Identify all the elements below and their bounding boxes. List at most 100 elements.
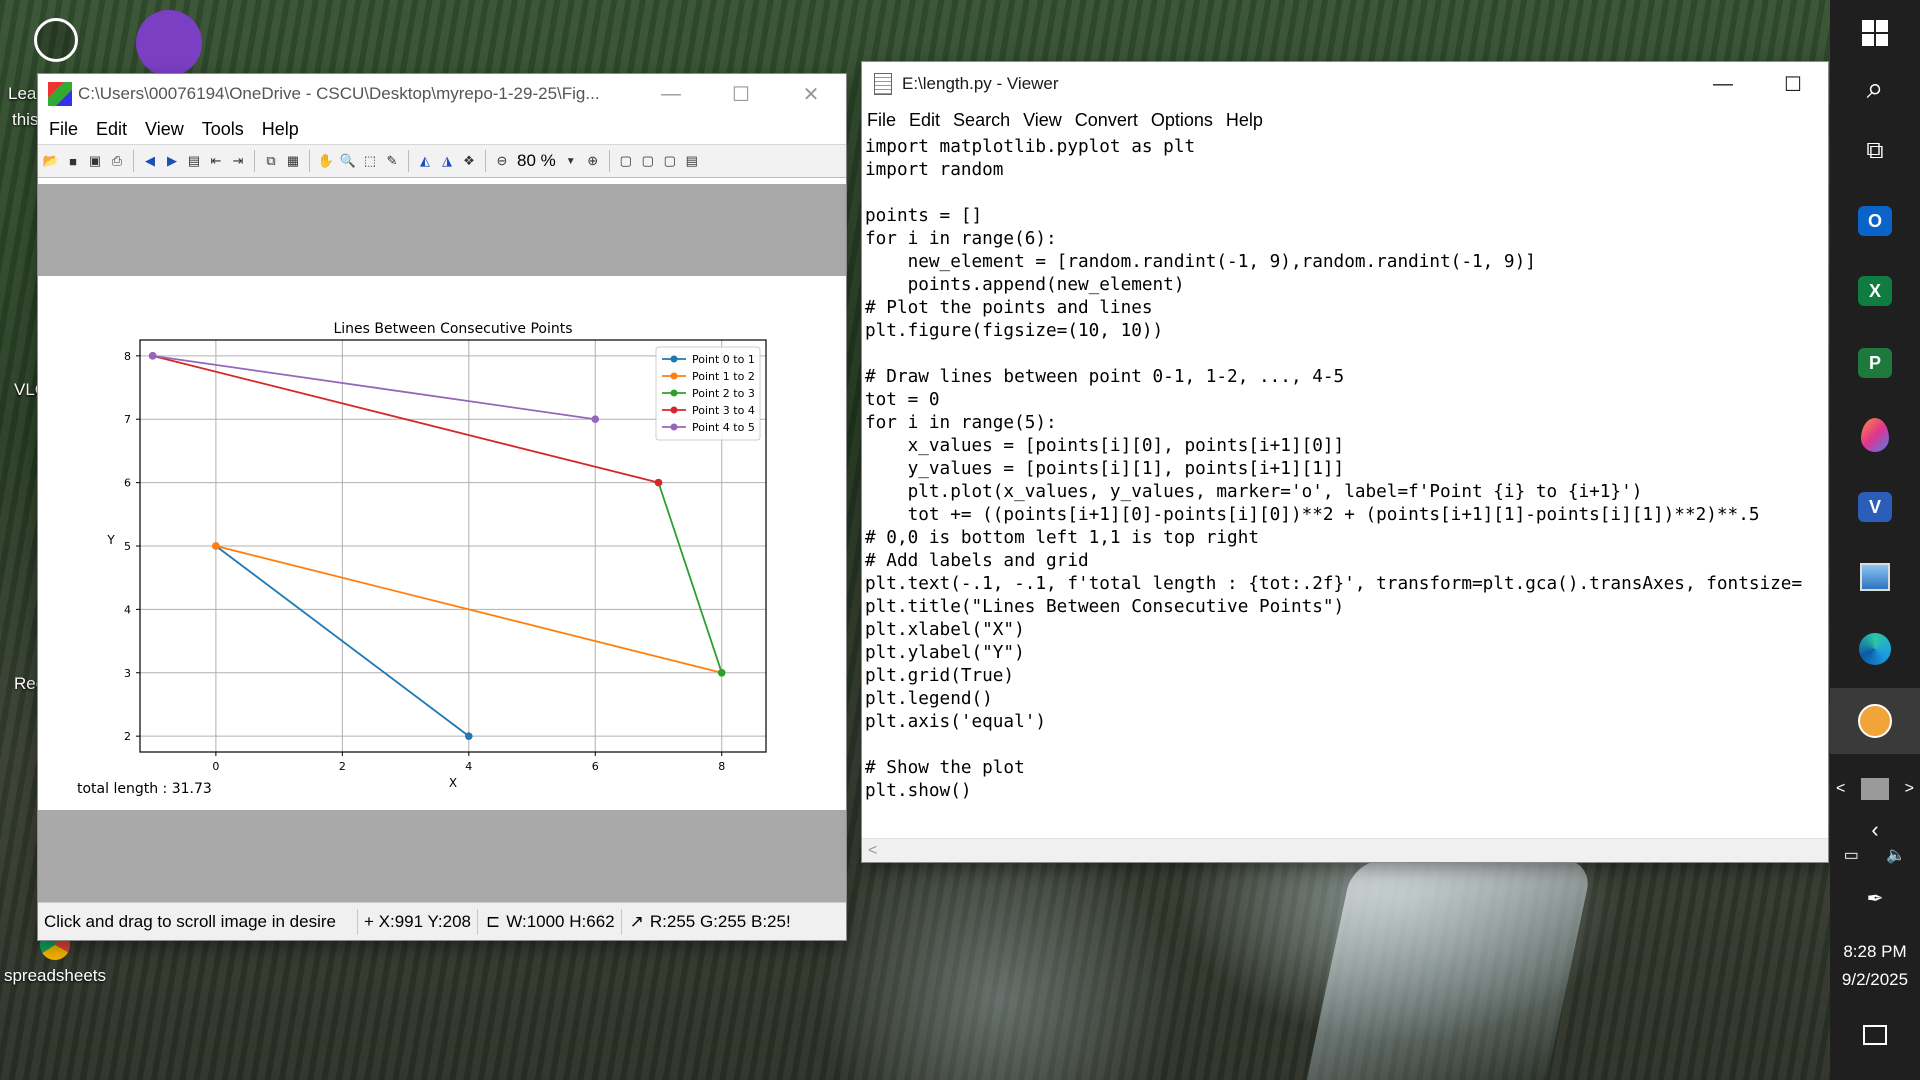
taskbar-visio[interactable]: V [1830,474,1920,540]
taskbar-remote-desktop[interactable] [1830,544,1920,610]
copy-icon[interactable]: ⧉ [262,152,280,170]
toolbar-separator [408,150,409,172]
x-tick-label: 2 [339,760,346,773]
menu-search[interactable]: Search [948,110,1018,131]
horizontal-scrollbar[interactable]: < [862,838,1828,862]
prev-page-icon[interactable]: ⇤ [207,152,225,170]
irfanview-titlebar[interactable]: C:\Users\00076194\OneDrive - CSCU\Deskto… [38,74,846,114]
close-button[interactable]: ✕ [776,74,846,114]
status-rgb: R:255 G:255 B:25! [649,911,791,931]
legend-label: Point 3 to 4 [692,404,755,417]
maximize-button[interactable]: ☐ [706,74,776,114]
series-2 [654,478,726,677]
next-icon[interactable]: ▶ [163,152,181,170]
effects-icon[interactable]: ❖ [460,152,478,170]
taskbar-paint[interactable] [1830,402,1920,468]
menu-edit[interactable]: Edit [87,119,136,140]
size-icon: ⊏ [485,911,501,931]
minimize-button[interactable]: — [636,74,706,114]
visio-icon: V [1858,492,1892,522]
zoom-in-icon[interactable]: ⊕ [584,152,602,170]
rotate-right-icon[interactable]: ◮ [438,152,456,170]
y-tick-label: 2 [124,730,131,743]
y-tick-label: 3 [124,667,131,680]
menu-tools[interactable]: Tools [193,119,253,140]
menu-help[interactable]: Help [253,119,308,140]
magnifier-icon[interactable]: 🔍 [339,152,357,170]
print-icon[interactable]: ⎙ [108,152,126,170]
viewer-titlebar[interactable]: E:\length.py - Viewer — ☐ [862,62,1828,106]
battery-icon[interactable]: ▭ [1844,845,1859,865]
x-tick-label: 8 [718,760,725,773]
selection-icon[interactable]: ⬚ [361,152,379,170]
legend-label: Point 1 to 2 [692,370,755,383]
data-point [148,352,157,360]
page-icon-2[interactable]: ▢ [639,152,657,170]
hand-icon[interactable]: ✋ [317,152,335,170]
image-viewer-area[interactable]: Lines Between Consecutive Points X Y tot… [38,184,846,902]
menu-convert[interactable]: Convert [1070,110,1146,131]
taskbar-edge[interactable] [1830,616,1920,682]
minimize-button[interactable]: — [1688,64,1758,104]
taskbar-powerpoint[interactable]: P [1830,330,1920,396]
chevron-left-icon: ‹ [1871,817,1879,842]
search-icon: ⌕ [1866,72,1884,105]
legend-marker [670,423,678,431]
pen-button[interactable]: ✒ [1830,880,1920,916]
notifications-button[interactable] [1830,1010,1920,1060]
scroll-thumb[interactable] [1861,778,1889,800]
desktop-label-this: this [12,110,39,129]
first-image-icon[interactable]: ▤ [185,152,203,170]
volume-icon[interactable]: 🔈 [1886,845,1906,865]
maximize-button[interactable]: ☐ [1758,64,1828,104]
scroll-right-icon[interactable]: > [1905,780,1914,798]
desktop-icon-learn[interactable] [26,18,86,62]
desktop-icon-github[interactable] [136,10,202,76]
open-icon[interactable]: 📂 [42,152,60,170]
zoom-out-icon[interactable]: ⊖ [493,152,511,170]
save-as-icon[interactable]: ▣ [86,152,104,170]
irfanview-window[interactable]: C:\Users\00076194\OneDrive - CSCU\Deskto… [38,74,846,940]
status-hint: Click and drag to scroll image in desire [38,908,358,935]
viewer-window[interactable]: E:\length.py - Viewer — ☐ File Edit Sear… [862,62,1828,862]
menu-view[interactable]: View [136,119,193,140]
menu-view[interactable]: View [1018,110,1070,131]
paste-icon[interactable]: ▦ [284,152,302,170]
taskbar-excel[interactable]: X [1830,258,1920,324]
scroll-left-icon[interactable]: < [868,842,877,860]
y-tick-label: 5 [124,540,131,553]
next-page-icon[interactable]: ⇥ [229,152,247,170]
page-icon-3[interactable]: ▢ [661,152,679,170]
irfanview-toolbar: 📂 ■ ▣ ⎙ ◀ ▶ ▤ ⇤ ⇥ ⧉ ▦ ✋ 🔍 ⬚ ✎ ◭ ◮ ❖ ⊖ 80… [38,144,846,178]
save-icon[interactable]: ■ [64,152,82,170]
outlook-icon: O [1858,206,1892,236]
zoom-level[interactable]: 80 % [515,151,558,171]
y-tick-label: 7 [124,413,131,426]
taskbar-outlook[interactable]: O [1830,188,1920,254]
zoom-dropdown-icon[interactable]: ▼ [562,152,580,170]
series-line [657,482,723,674]
menu-file[interactable]: File [40,119,87,140]
github-icon [136,10,202,76]
compass-icon [34,18,78,62]
viewer-menubar: File Edit Search View Convert Options He… [862,106,1828,134]
taskbar-irfanview[interactable] [1830,688,1920,754]
toolbar-separator [485,150,486,172]
task-view-button[interactable]: ⧉ [1830,118,1920,184]
toolbar-separator [608,150,610,172]
menu-file[interactable]: File [862,110,904,131]
menu-edit[interactable]: Edit [904,110,948,131]
rotate-left-icon[interactable]: ◭ [416,152,434,170]
scroll-left-icon[interactable]: < [1836,780,1845,798]
search-button[interactable]: ⌕ [1830,56,1920,122]
code-content[interactable]: import matplotlib.pyplot as plt import r… [862,134,1828,838]
page-icon-1[interactable]: ▢ [617,152,635,170]
clock-date[interactable]: 9/2/2025 [1830,970,1920,990]
previous-icon[interactable]: ◀ [141,152,159,170]
menu-options[interactable]: Options [1146,110,1221,131]
eyedropper-icon[interactable]: ✎ [383,152,401,170]
menu-help[interactable]: Help [1221,110,1271,131]
clock-time[interactable]: 8:28 PM [1830,942,1920,962]
taskbar-scroll[interactable]: < > [1830,774,1920,804]
settings-icon[interactable]: ▤ [683,152,701,170]
